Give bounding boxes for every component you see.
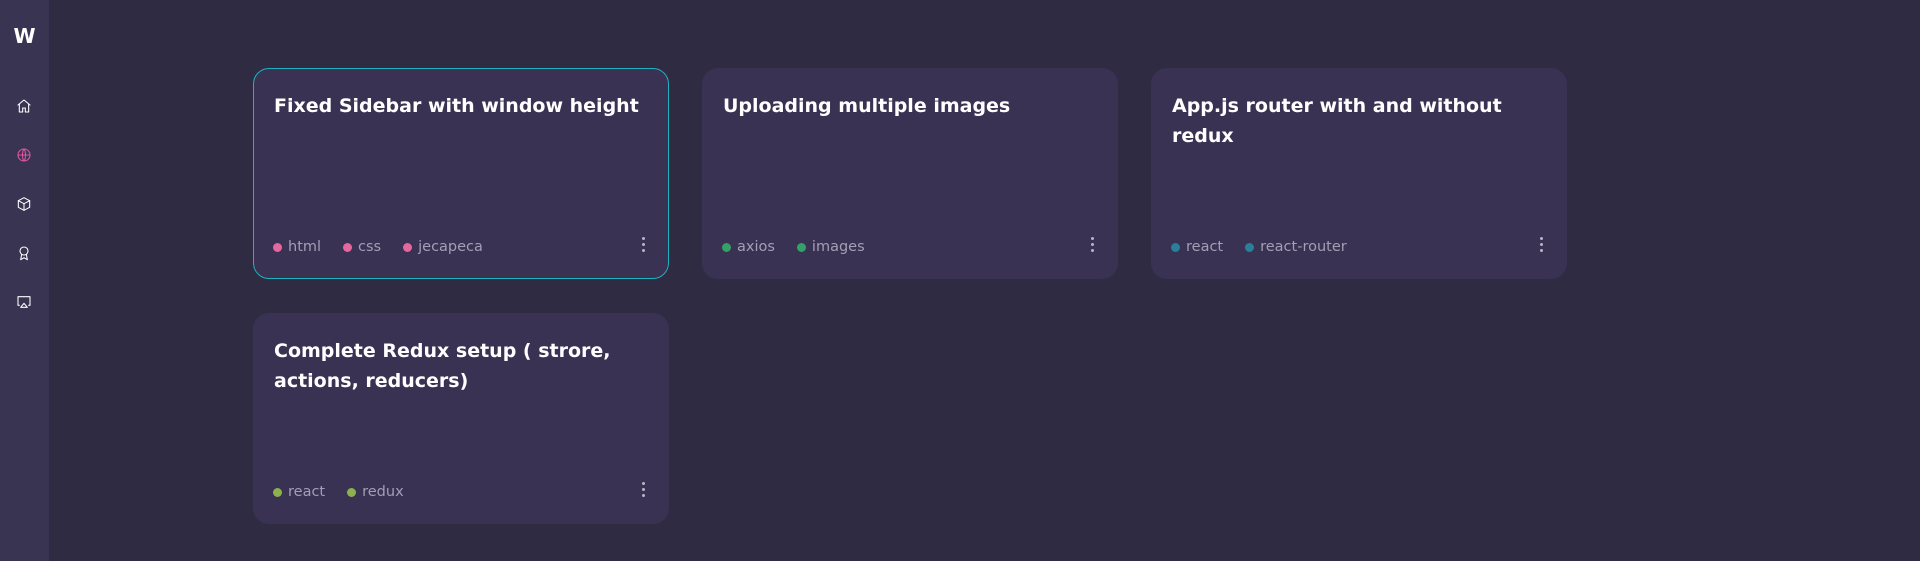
card-title: Uploading multiple images [723, 95, 1011, 117]
tag-label: redux [362, 484, 404, 500]
tag-dot [1171, 242, 1180, 252]
tag-list: react redux [273, 484, 404, 500]
airplay-icon[interactable] [14, 292, 34, 312]
tag-list: react react-router [1171, 239, 1347, 255]
tag-dot [1245, 242, 1255, 252]
sidebar: W [0, 0, 49, 561]
app-logo[interactable]: W [0, 24, 49, 48]
card-title: Fixed Sidebar with window height [274, 95, 639, 117]
tag-label: react [288, 484, 326, 500]
tag-dot [403, 242, 413, 252]
tag-label: react [1186, 239, 1224, 255]
tag[interactable]: jecapeca [403, 239, 483, 255]
more-options-icon[interactable] [1087, 233, 1097, 255]
tag-dot [343, 242, 353, 252]
home-icon[interactable] [14, 96, 34, 116]
tag-label: css [358, 239, 382, 255]
tag-label: axios [737, 239, 775, 255]
snippet-card[interactable]: Complete Redux setup ( strore, actions, … [253, 313, 669, 524]
tag[interactable]: redux [347, 484, 404, 500]
cube-icon[interactable] [14, 194, 34, 214]
tag[interactable]: images [796, 239, 865, 255]
tag-dot [273, 487, 282, 497]
more-options-icon[interactable] [1536, 233, 1546, 255]
card-title: Complete Redux setup ( strore, actions, … [274, 340, 611, 392]
tag[interactable]: react [273, 484, 325, 500]
more-options-icon[interactable] [638, 478, 648, 500]
tag-dot [273, 242, 282, 252]
more-options-icon[interactable] [638, 233, 648, 255]
tag[interactable]: axios [722, 239, 775, 255]
globe-icon[interactable] [14, 145, 34, 165]
tag[interactable]: react-router [1245, 239, 1347, 255]
tag[interactable]: css [343, 239, 381, 255]
tag-label: jecapeca [418, 239, 483, 255]
tag-list: html css jecapeca [273, 239, 483, 255]
tag-dot [722, 242, 731, 252]
tag[interactable]: html [273, 239, 321, 255]
card-title: App.js router with and without redux [1172, 95, 1502, 147]
tag-list: axios images [722, 239, 865, 255]
tag-dot [347, 487, 357, 497]
tag-label: images [811, 239, 865, 255]
snippet-card[interactable]: Fixed Sidebar with window height html cs… [253, 68, 669, 279]
snippet-card[interactable]: Uploading multiple images axios images [702, 68, 1118, 279]
tag-dot [796, 242, 806, 252]
tag[interactable]: react [1171, 239, 1223, 255]
award-icon[interactable] [14, 243, 34, 263]
tag-label: react-router [1260, 239, 1347, 255]
tag-label: html [288, 239, 322, 255]
snippet-card[interactable]: App.js router with and without redux rea… [1151, 68, 1567, 279]
